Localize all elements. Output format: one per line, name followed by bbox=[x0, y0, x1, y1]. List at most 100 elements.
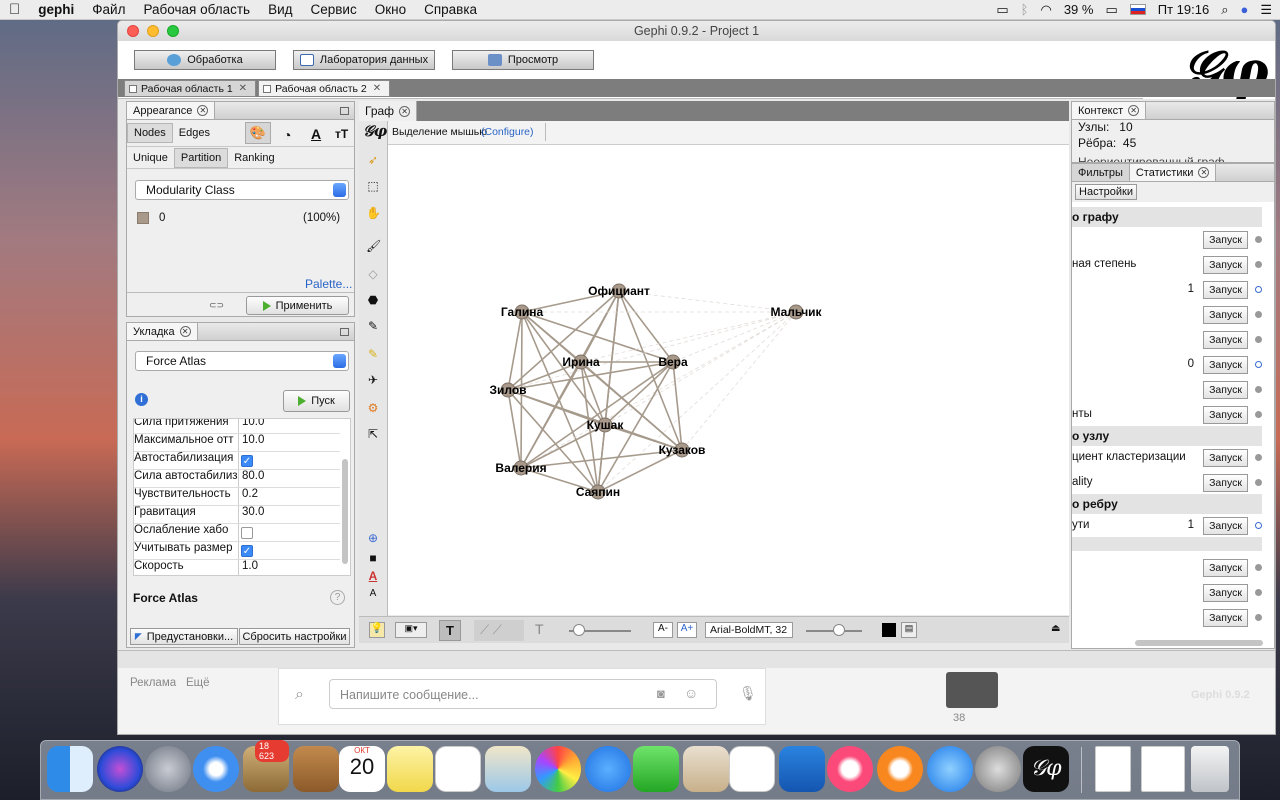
show-labels-icon[interactable]: T bbox=[439, 620, 461, 641]
partition-color-swatch[interactable] bbox=[137, 212, 149, 224]
close-icon[interactable]: ✕ bbox=[197, 105, 209, 116]
maximize-icon[interactable] bbox=[340, 327, 349, 336]
context-tab[interactable]: Контекст ✕ bbox=[1072, 102, 1147, 119]
wifi-icon[interactable]: ◠ bbox=[1040, 2, 1051, 18]
menu-view[interactable]: Вид bbox=[259, 2, 301, 17]
attach-icon[interactable]: ⌕ bbox=[295, 686, 304, 704]
notification-center-icon[interactable]: ☰ bbox=[1260, 2, 1272, 18]
pencil-icon[interactable]: ✎ bbox=[366, 319, 380, 333]
input-language-icon[interactable] bbox=[1129, 4, 1146, 15]
emoji-icon[interactable]: ☺ bbox=[684, 685, 698, 701]
screenshot-icon[interactable]: ▣▾ bbox=[395, 622, 427, 638]
apple-icon[interactable]:  bbox=[0, 1, 29, 18]
tab-partition[interactable]: Partition bbox=[173, 147, 229, 168]
launchpad-icon[interactable] bbox=[145, 746, 191, 792]
run-layout-button[interactable]: Пуск bbox=[283, 390, 350, 412]
graph-edge[interactable] bbox=[520, 361, 674, 469]
property-row[interactable]: Гравитация 30.0 bbox=[134, 506, 340, 524]
property-row[interactable]: Скорость 1.0 bbox=[134, 560, 340, 575]
slider-thumb[interactable] bbox=[573, 624, 585, 636]
property-row[interactable]: Сила притяжения 10.0 bbox=[134, 419, 340, 434]
screenshot-file-icon[interactable] bbox=[1141, 746, 1185, 792]
workspace-tab-1[interactable]: Рабочая область 1 ✕ bbox=[124, 80, 257, 97]
shortest-path-icon[interactable]: ⬣ bbox=[366, 293, 380, 307]
close-window-button[interactable] bbox=[127, 25, 139, 37]
gephi-dock-icon[interactable]: 𝒢φ bbox=[1023, 746, 1069, 792]
edge-pencil-icon[interactable]: ✎ bbox=[366, 347, 380, 361]
tab-statistics[interactable]: Статистики ✕ bbox=[1129, 164, 1217, 181]
label-size-mode-icon[interactable]: T bbox=[535, 621, 544, 637]
data-laboratory-button[interactable]: Лаборатория данных bbox=[293, 50, 435, 70]
properties-scrollbar[interactable] bbox=[342, 459, 348, 564]
tab-edges[interactable]: Edges bbox=[173, 124, 216, 142]
preview-icon[interactable] bbox=[683, 746, 729, 792]
property-row[interactable]: Чувствительность 0.2 bbox=[134, 488, 340, 506]
overview-button[interactable]: Обработка bbox=[134, 50, 276, 70]
siri-icon[interactable] bbox=[97, 746, 143, 792]
property-value[interactable]: 30.0 bbox=[239, 506, 264, 523]
photos-icon[interactable] bbox=[535, 746, 581, 792]
tab-unique[interactable]: Unique bbox=[127, 149, 174, 167]
statistics-scrollbar[interactable] bbox=[1135, 640, 1263, 646]
background-color-icon[interactable]: ■ bbox=[366, 551, 380, 565]
size-icon[interactable]: ◔ bbox=[277, 124, 297, 146]
ads-link[interactable]: Реклама bbox=[130, 677, 176, 689]
camera-icon[interactable]: ◙ bbox=[657, 686, 665, 701]
slider-thumb[interactable] bbox=[833, 624, 845, 636]
tab-nodes[interactable]: Nodes bbox=[127, 123, 173, 143]
property-value[interactable]: 1.0 bbox=[239, 560, 258, 575]
siri-icon[interactable]: ● bbox=[1240, 2, 1248, 17]
gear-icon[interactable]: ⚙ bbox=[366, 401, 380, 415]
run-button[interactable]: Запуск bbox=[1203, 609, 1248, 627]
presets-button[interactable]: ◤ Предустановки... bbox=[130, 628, 238, 645]
graph-edge[interactable] bbox=[618, 290, 683, 451]
avatar[interactable] bbox=[946, 672, 998, 708]
run-button[interactable]: Запуск bbox=[1203, 406, 1248, 424]
graph-edge[interactable] bbox=[672, 311, 797, 363]
keynote-icon[interactable] bbox=[779, 746, 825, 792]
graph-canvas[interactable]: Официант Галина Мальчик Ирина Вера Зилов Кушак… bbox=[388, 145, 1069, 615]
messages-icon[interactable] bbox=[585, 746, 631, 792]
clock[interactable]: Пт 19:16 bbox=[1158, 2, 1209, 17]
font-select[interactable]: Arial-BoldMT, 32 bbox=[705, 622, 793, 638]
run-button[interactable]: Запуск bbox=[1203, 356, 1248, 374]
font-color-icon[interactable]: A bbox=[366, 569, 380, 583]
airplay-icon[interactable]: ▭ bbox=[996, 2, 1008, 18]
font-icon[interactable]: A bbox=[366, 587, 380, 601]
maps-icon[interactable] bbox=[485, 746, 531, 792]
menu-help[interactable]: Справка bbox=[415, 2, 486, 17]
run-button[interactable]: Запуск bbox=[1203, 231, 1248, 249]
property-row[interactable]: Автостабилизация ✓ bbox=[134, 452, 340, 470]
rectangle-select-icon[interactable]: ⬚ bbox=[366, 179, 380, 193]
menu-workspace[interactable]: Рабочая область bbox=[134, 2, 259, 17]
bluetooth-icon[interactable]: ᛒ bbox=[1021, 2, 1029, 17]
run-button[interactable]: Запуск bbox=[1203, 306, 1248, 324]
close-icon[interactable]: ✕ bbox=[179, 326, 191, 337]
reminders-icon[interactable] bbox=[435, 746, 481, 792]
microphone-icon[interactable]: 🎙 bbox=[739, 685, 757, 702]
document-icon[interactable] bbox=[1095, 746, 1131, 792]
close-tab-icon[interactable]: ✕ bbox=[239, 83, 247, 94]
close-icon[interactable]: ✕ bbox=[1198, 167, 1210, 178]
workspace-tab-2[interactable]: Рабочая область 2 ✕ bbox=[258, 80, 391, 97]
chain-icon[interactable]: ⊂⊃ bbox=[209, 300, 224, 311]
battery-status[interactable]: 39 % bbox=[1064, 2, 1094, 17]
color-palette-icon[interactable]: 🎨 bbox=[245, 122, 271, 144]
decrease-font-icon[interactable]: A- bbox=[653, 622, 673, 638]
help-icon[interactable]: ? bbox=[330, 590, 345, 605]
mail-icon[interactable]: 18 623 bbox=[243, 740, 289, 792]
run-button[interactable]: Запуск bbox=[1203, 474, 1248, 492]
menu-file[interactable]: Файл bbox=[83, 2, 134, 17]
property-row[interactable]: Учитывать размер ✓ bbox=[134, 542, 340, 560]
property-row[interactable]: Сила автостабилиз 80.0 bbox=[134, 470, 340, 488]
menu-window[interactable]: Окно bbox=[366, 2, 415, 17]
reset-settings-button[interactable]: Сбросить настройки bbox=[239, 628, 350, 645]
tab-ranking[interactable]: Ranking bbox=[228, 149, 280, 167]
settings-button[interactable]: Настройки bbox=[1075, 184, 1137, 200]
adjust-checkbox[interactable]: ✓ bbox=[241, 455, 253, 467]
run-button[interactable]: Запуск bbox=[1203, 381, 1248, 399]
itunes-icon[interactable] bbox=[827, 746, 873, 792]
layout-algorithm-select[interactable]: Force Atlas bbox=[135, 351, 349, 371]
graph-edge[interactable] bbox=[580, 311, 797, 363]
ibooks-icon[interactable] bbox=[877, 746, 923, 792]
